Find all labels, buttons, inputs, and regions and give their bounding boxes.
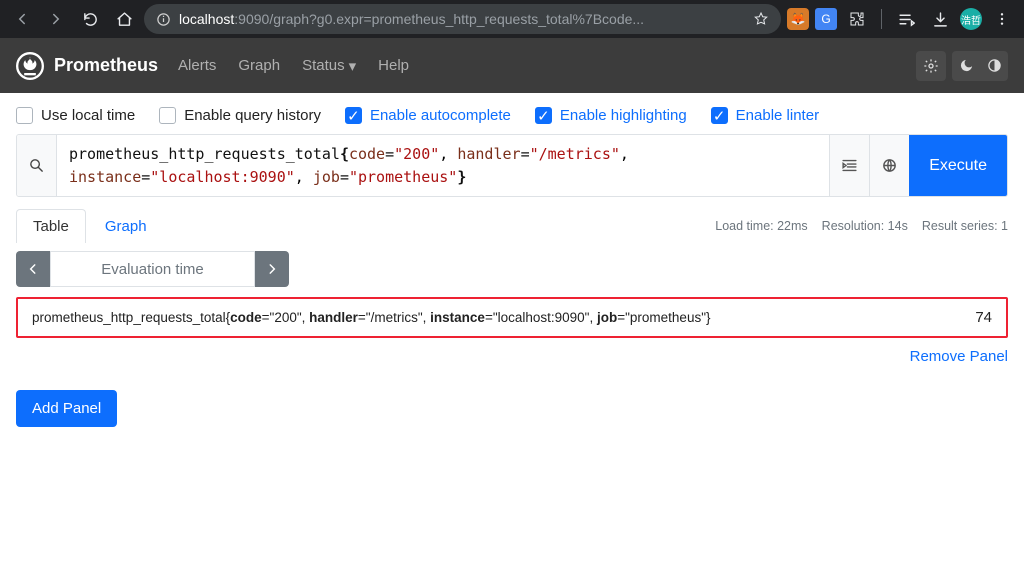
eval-time-prev-button[interactable] [16,251,50,287]
evaluation-time-control: Evaluation time [16,251,1008,287]
checkbox-icon [159,107,176,124]
page-content: Use local time Enable query history ✓Ena… [0,93,1024,441]
chevron-left-icon [26,262,40,276]
result-value: 74 [975,309,992,326]
tab-table[interactable]: Table [16,209,86,243]
downloads-button[interactable] [926,5,954,33]
url-text: localhost:9090/graph?g0.expr=prometheus_… [179,11,644,27]
bookmark-star-icon[interactable] [753,11,769,27]
format-expression-button[interactable] [829,135,869,196]
toggle-autocomplete[interactable]: ✓Enable autocomplete [345,107,511,124]
search-icon [28,157,45,174]
playlist-icon[interactable] [892,5,920,33]
toggle-local-time[interactable]: Use local time [16,107,135,124]
extension-metamask-icon[interactable]: 🦊 [787,8,809,30]
nav-help[interactable]: Help [378,57,409,75]
eval-time-next-button[interactable] [255,251,289,287]
toggle-highlighting[interactable]: ✓Enable highlighting [535,107,687,124]
theme-toggle [952,51,1008,81]
extensions-button[interactable] [843,5,871,33]
gear-icon [923,58,939,74]
result-series-label: prometheus_http_requests_total{code="200… [32,310,711,325]
back-button[interactable] [8,5,36,33]
browser-toolbar: localhost:9090/graph?g0.expr=prometheus_… [0,0,1024,38]
contrast-icon [987,58,1002,73]
result-meta-row: Table Graph Load time: 22ms Resolution: … [16,209,1008,243]
indent-icon [841,157,858,174]
checkbox-checked-icon: ✓ [345,107,362,124]
caret-down-icon: ▾ [349,57,357,75]
tab-graph[interactable]: Graph [88,209,164,243]
checkbox-icon [16,107,33,124]
add-panel-button[interactable]: Add Panel [16,390,117,427]
meta-resolution: Resolution: 14s [822,219,908,233]
eval-time-input[interactable]: Evaluation time [50,251,255,287]
info-icon [156,12,171,27]
toggle-query-history[interactable]: Enable query history [159,107,321,124]
chevron-right-icon [265,262,279,276]
profile-avatar[interactable]: 浩哲 [960,8,982,30]
app-header: Prometheus Alerts Graph Status ▾ Help [0,38,1024,93]
metrics-explorer-button[interactable] [17,135,57,196]
theme-dark-button[interactable] [952,51,980,81]
extension-translate-icon[interactable]: G [815,8,837,30]
divider [881,9,882,29]
execute-button[interactable]: Execute [909,135,1007,196]
meta-result-series: Result series: 1 [922,219,1008,233]
checkbox-checked-icon: ✓ [535,107,552,124]
result-row: prometheus_http_requests_total{code="200… [16,297,1008,338]
app-nav: Alerts Graph Status ▾ Help [178,57,409,75]
query-options-row: Use local time Enable query history ✓Ena… [16,107,1008,124]
kebab-menu-button[interactable] [988,5,1016,33]
nav-status[interactable]: Status ▾ [302,57,356,75]
globe-icon [881,157,898,174]
checkbox-checked-icon: ✓ [711,107,728,124]
home-button[interactable] [110,5,138,33]
forward-button[interactable] [42,5,70,33]
theme-contrast-button[interactable] [980,51,1008,81]
address-bar[interactable]: localhost:9090/graph?g0.expr=prometheus_… [144,4,781,34]
nav-alerts[interactable]: Alerts [178,57,216,75]
nav-graph[interactable]: Graph [238,57,280,75]
remove-panel-link[interactable]: Remove Panel [910,348,1008,365]
app-title: Prometheus [54,55,158,76]
reload-button[interactable] [76,5,104,33]
prometheus-icon [16,52,44,80]
settings-gear-button[interactable] [916,51,946,81]
expression-input[interactable]: prometheus_http_requests_total{code="200… [57,135,829,196]
result-tabs: Table Graph [16,209,164,243]
meta-load-time: Load time: 22ms [715,219,807,233]
globe-button[interactable] [869,135,909,196]
toggle-linter[interactable]: ✓Enable linter [711,107,819,124]
moon-icon [959,58,974,73]
query-bar: prometheus_http_requests_total{code="200… [16,134,1008,197]
app-logo[interactable]: Prometheus [16,52,158,80]
